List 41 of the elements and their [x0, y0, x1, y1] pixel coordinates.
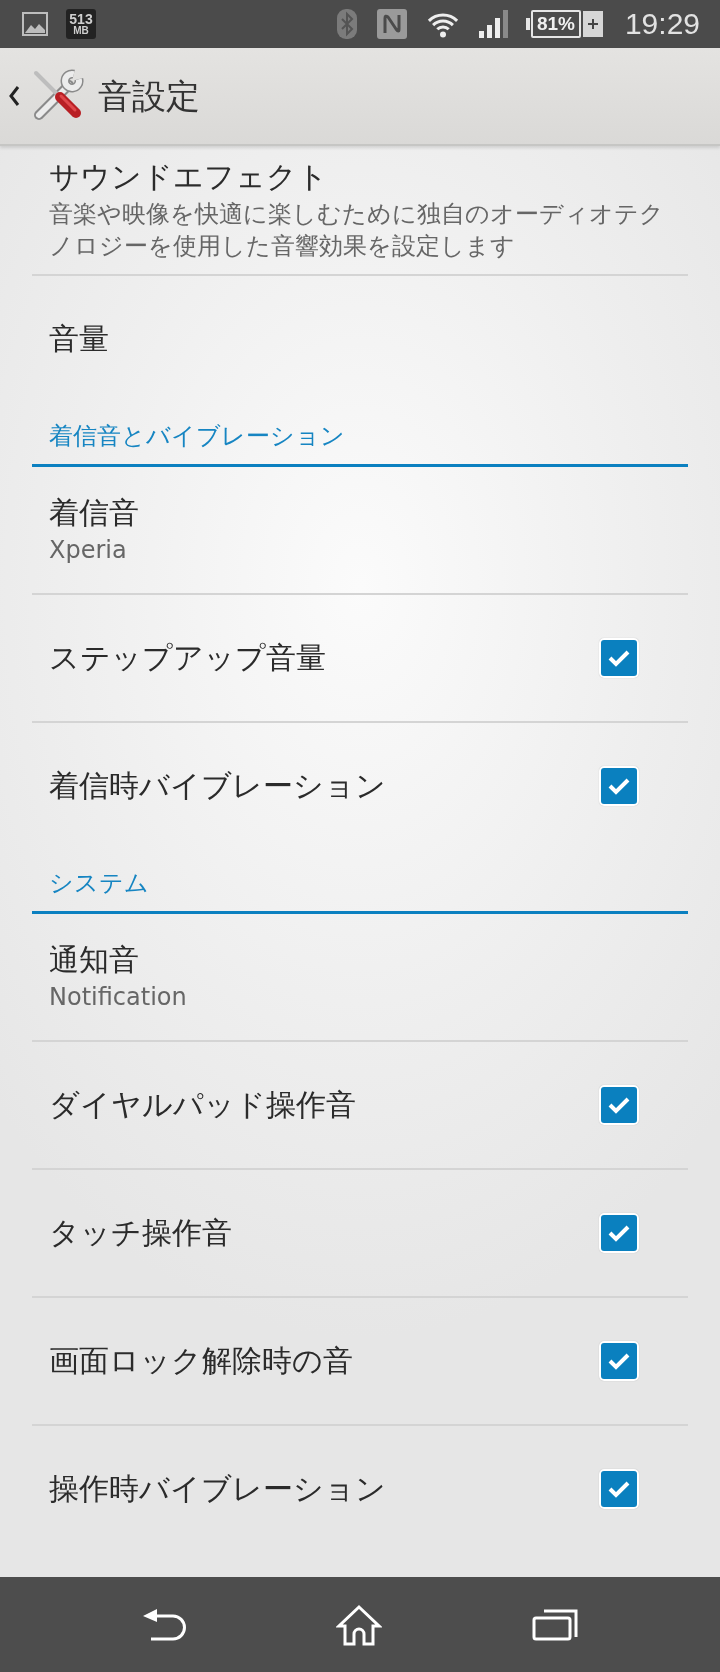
section-header: システム — [32, 851, 688, 914]
setting-title: サウンドエフェクト — [49, 158, 329, 196]
setting-title: 着信時バイブレーション — [49, 767, 386, 805]
battery-percent: 81% — [536, 13, 575, 35]
signal-icon — [478, 10, 509, 38]
back-icon[interactable] — [142, 1607, 186, 1642]
screen-title: 音設定 — [98, 79, 200, 113]
setting-title: 通知音 — [49, 941, 140, 979]
checkbox[interactable] — [599, 1085, 639, 1125]
chevron-left-icon[interactable] — [8, 85, 20, 107]
setting-summary: Notification — [49, 982, 187, 1013]
setting-title: 着信音 — [49, 494, 139, 532]
checkmark-icon — [608, 649, 630, 667]
setting-title: 音量 — [49, 320, 109, 358]
checkbox[interactable] — [599, 1213, 639, 1253]
setting-title: タッチ操作音 — [49, 1214, 232, 1252]
status-time: 19:29 — [624, 7, 700, 41]
checkmark-icon — [608, 1096, 630, 1114]
home-icon[interactable] — [336, 1603, 382, 1646]
setting-title: 画面ロック解除時の音 — [49, 1342, 353, 1380]
checkbox[interactable] — [599, 766, 639, 806]
checkmark-icon — [608, 1224, 630, 1242]
setting-summary: 音楽や映像を快適に楽しむために独自のオーディオテクノロジーを使用した音響効果を設定します — [49, 199, 664, 262]
setting-summary: Xperia — [49, 535, 128, 566]
checkmark-icon — [608, 1352, 630, 1370]
checkbox[interactable] — [599, 1469, 639, 1509]
charging-plus-icon — [582, 11, 603, 37]
memory-unit: MB — [73, 26, 89, 36]
recent-apps-icon[interactable] — [532, 1608, 578, 1641]
bluetooth-icon — [336, 9, 357, 39]
checkmark-icon — [608, 777, 630, 795]
section-header: 着信音とバイブレーション — [32, 404, 688, 467]
image-icon — [22, 12, 48, 36]
memory-value: 513 — [69, 12, 93, 26]
setting-title: 操作時バイブレーション — [49, 1470, 386, 1508]
setting-title: ステップアップ音量 — [49, 639, 326, 677]
setting-title: ダイヤルパッド操作音 — [49, 1086, 356, 1124]
checkmark-icon — [608, 1480, 630, 1498]
checkbox[interactable] — [599, 638, 639, 678]
nfc-icon — [376, 9, 407, 39]
checkbox[interactable] — [599, 1341, 639, 1381]
